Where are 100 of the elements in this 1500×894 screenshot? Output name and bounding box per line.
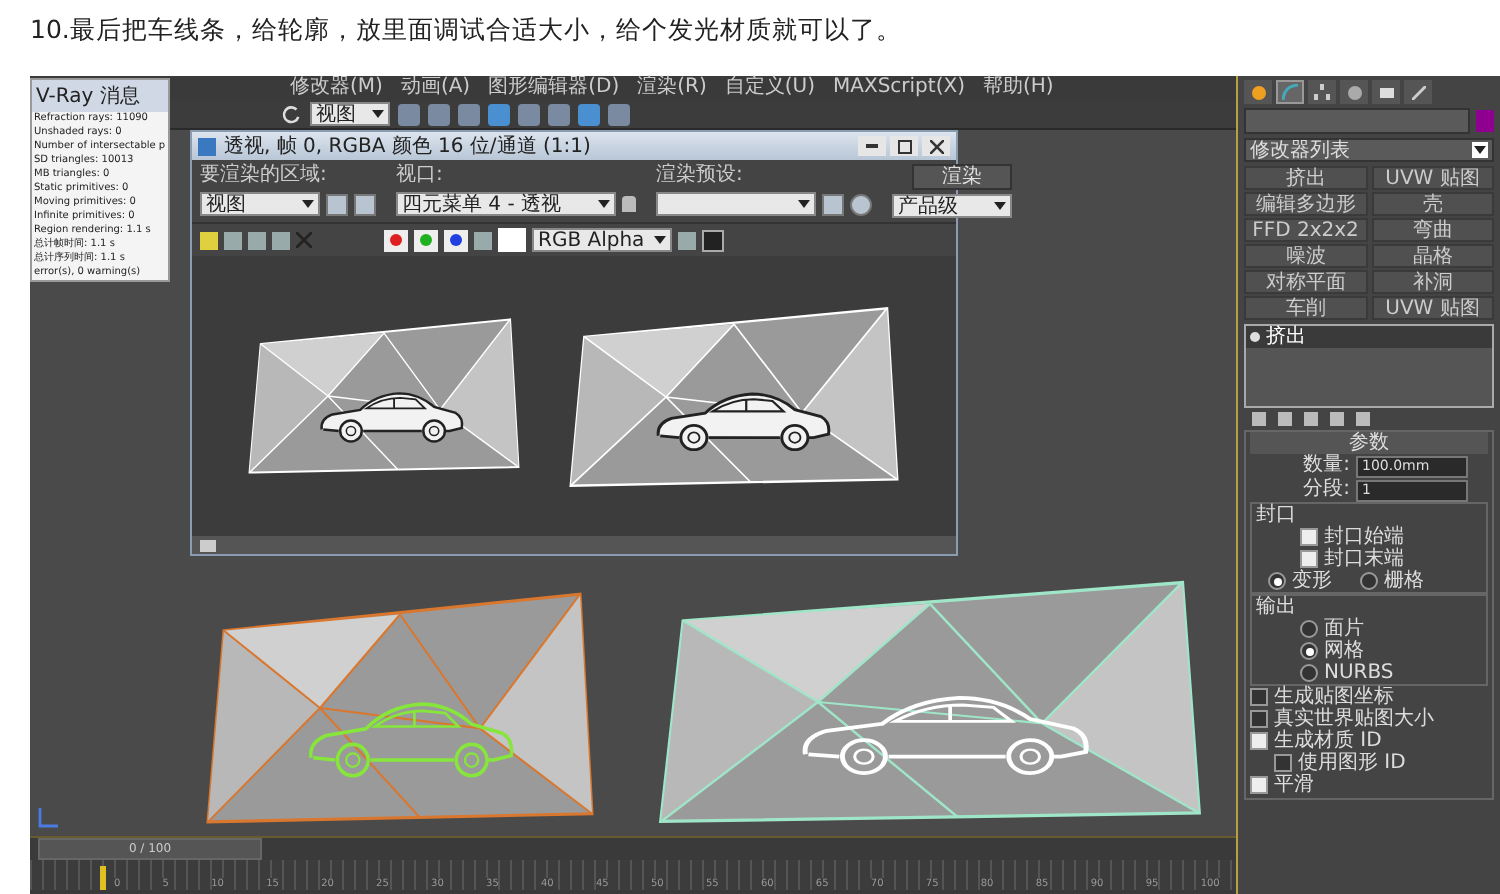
modifier-button[interactable]: 噪波: [1244, 244, 1367, 268]
area-dropdown[interactable]: 视图: [200, 192, 320, 216]
app-icon: [198, 137, 216, 155]
radio-button[interactable]: [1300, 664, 1318, 682]
checkbox-label: 使用图形 ID: [1298, 752, 1406, 774]
motion-tab[interactable]: [1340, 80, 1368, 104]
radio-button[interactable]: [1360, 572, 1378, 590]
channel-button[interactable]: [414, 229, 438, 251]
toolbar-icon[interactable]: [458, 103, 480, 125]
toolbar-icon[interactable]: [428, 103, 450, 125]
checkbox[interactable]: [1250, 710, 1268, 728]
modifier-button[interactable]: 编辑多边形: [1244, 192, 1367, 216]
object-name-field[interactable]: [1244, 108, 1470, 134]
modifier-button[interactable]: 壳: [1371, 192, 1494, 216]
close-button[interactable]: [922, 136, 950, 156]
stack-item[interactable]: 挤出: [1246, 326, 1492, 348]
checkbox-label: 真实世界贴图大小: [1274, 708, 1434, 730]
object-color-swatch[interactable]: [1476, 110, 1494, 132]
viewport-dropdown[interactable]: 四元菜单 4 - 透视: [396, 192, 616, 216]
toolbar-icon[interactable]: [548, 103, 570, 125]
dropdown-arrow-icon[interactable]: [372, 110, 384, 118]
group-title: 封口: [1256, 504, 1298, 526]
radio-label: NURBS: [1324, 662, 1394, 684]
menu-item[interactable]: 图形编辑器(D): [488, 76, 620, 100]
rollout-header[interactable]: 参数: [1250, 432, 1488, 454]
modifier-button[interactable]: 补洞: [1371, 270, 1494, 294]
render-button[interactable]: 渲染: [912, 164, 1012, 190]
radio-label: 面片: [1324, 618, 1364, 640]
viewport-label: 视口:: [396, 164, 445, 188]
close-icon[interactable]: [929, 139, 943, 153]
modifier-button[interactable]: UVW 贴图: [1371, 296, 1494, 320]
radio-label: 变形: [1292, 570, 1332, 592]
hierarchy-tab[interactable]: [1308, 80, 1336, 104]
sun-icon[interactable]: [1251, 85, 1265, 99]
window-title: V-Ray 消息: [36, 86, 140, 108]
menu-item[interactable]: 帮助(H): [982, 76, 1054, 100]
modifier-button[interactable]: 挤出: [1244, 166, 1367, 190]
toolbar-icon[interactable]: [398, 103, 420, 125]
modifier-button[interactable]: FFD 2x2x2: [1244, 218, 1367, 242]
menu-item[interactable]: 修改器(M): [290, 76, 383, 100]
utilities-tab[interactable]: [1404, 80, 1432, 104]
area-label: 要渲染的区域:: [200, 164, 329, 188]
view-dropdown[interactable]: 视图: [310, 102, 390, 126]
checkbox[interactable]: [1274, 754, 1292, 772]
circle-icon[interactable]: [1347, 85, 1361, 99]
menu-item[interactable]: MAXScript(X): [833, 76, 965, 100]
window-title: 透视, 帧 0, RGBA 颜色 16 位/通道 (1:1): [224, 133, 593, 160]
radio-button[interactable]: [1300, 620, 1318, 638]
modifier-list-dropdown[interactable]: 修改器列表: [1244, 138, 1494, 162]
checkbox[interactable]: [1250, 732, 1268, 750]
checkbox-label: 平滑: [1274, 774, 1314, 796]
keyframe-marker: [100, 866, 106, 890]
channel-button[interactable]: [384, 229, 408, 251]
dropdown-arrow-icon[interactable]: [994, 202, 1006, 210]
dropdown-arrow-icon[interactable]: [798, 200, 810, 208]
menu-item[interactable]: 动画(A): [400, 76, 471, 100]
toolbar-icon[interactable]: [578, 103, 600, 125]
hierarchy-icon[interactable]: [1314, 84, 1330, 100]
modifier-button[interactable]: 对称平面: [1244, 270, 1367, 294]
minimize-button[interactable]: [858, 136, 886, 156]
dropdown-arrow-icon[interactable]: [598, 200, 610, 208]
maximize-icon[interactable]: [897, 139, 911, 153]
axis-gizmo-icon: [38, 808, 58, 828]
modifier-button[interactable]: 晶格: [1371, 244, 1494, 268]
radio-button[interactable]: [1300, 642, 1318, 660]
checkbox-label: 封口始端: [1324, 526, 1404, 548]
menu-item[interactable]: 自定义(U): [724, 76, 815, 100]
radio-label: 栅格: [1384, 570, 1424, 592]
checkbox[interactable]: [1300, 528, 1318, 546]
toolbar-icon[interactable]: [488, 103, 510, 125]
checkbox[interactable]: [1250, 688, 1268, 706]
toolbar-icon[interactable]: [608, 103, 630, 125]
preset-label: 渲染预设:: [656, 164, 745, 188]
create-tab[interactable]: [1244, 80, 1272, 104]
channel-button[interactable]: [444, 229, 468, 251]
checkbox-label: 封口末端: [1324, 548, 1404, 570]
modifier-button[interactable]: 车削: [1244, 296, 1367, 320]
field-label: 分段:: [1303, 478, 1350, 502]
quality-dropdown[interactable]: 产品级: [892, 194, 1012, 218]
radio-button[interactable]: [1268, 572, 1286, 590]
undo-icon[interactable]: [280, 103, 302, 125]
menu-item[interactable]: 渲染(R): [637, 76, 707, 100]
radio-label: 网格: [1324, 640, 1364, 662]
dropdown-arrow-icon[interactable]: [1474, 146, 1486, 154]
channel-dropdown[interactable]: RGB Alpha: [532, 228, 672, 252]
modifier-button[interactable]: 弯曲: [1371, 218, 1494, 242]
checkbox-label: 生成材质 ID: [1274, 730, 1382, 752]
maximize-button[interactable]: [890, 136, 918, 156]
display-tab[interactable]: [1372, 80, 1400, 104]
dropdown-arrow-icon[interactable]: [654, 236, 666, 244]
field-label: 数量:: [1303, 454, 1350, 478]
scroll-handle[interactable]: [200, 539, 216, 551]
color-swatch[interactable]: [498, 228, 526, 252]
checkbox-label: 生成贴图坐标: [1274, 686, 1394, 708]
checkbox[interactable]: [1250, 776, 1268, 794]
checkbox[interactable]: [1300, 550, 1318, 568]
group-title: 输出: [1256, 596, 1298, 618]
dropdown-arrow-icon[interactable]: [302, 200, 314, 208]
toolbar-icon[interactable]: [518, 103, 540, 125]
modifier-button[interactable]: UVW 贴图: [1371, 166, 1494, 190]
